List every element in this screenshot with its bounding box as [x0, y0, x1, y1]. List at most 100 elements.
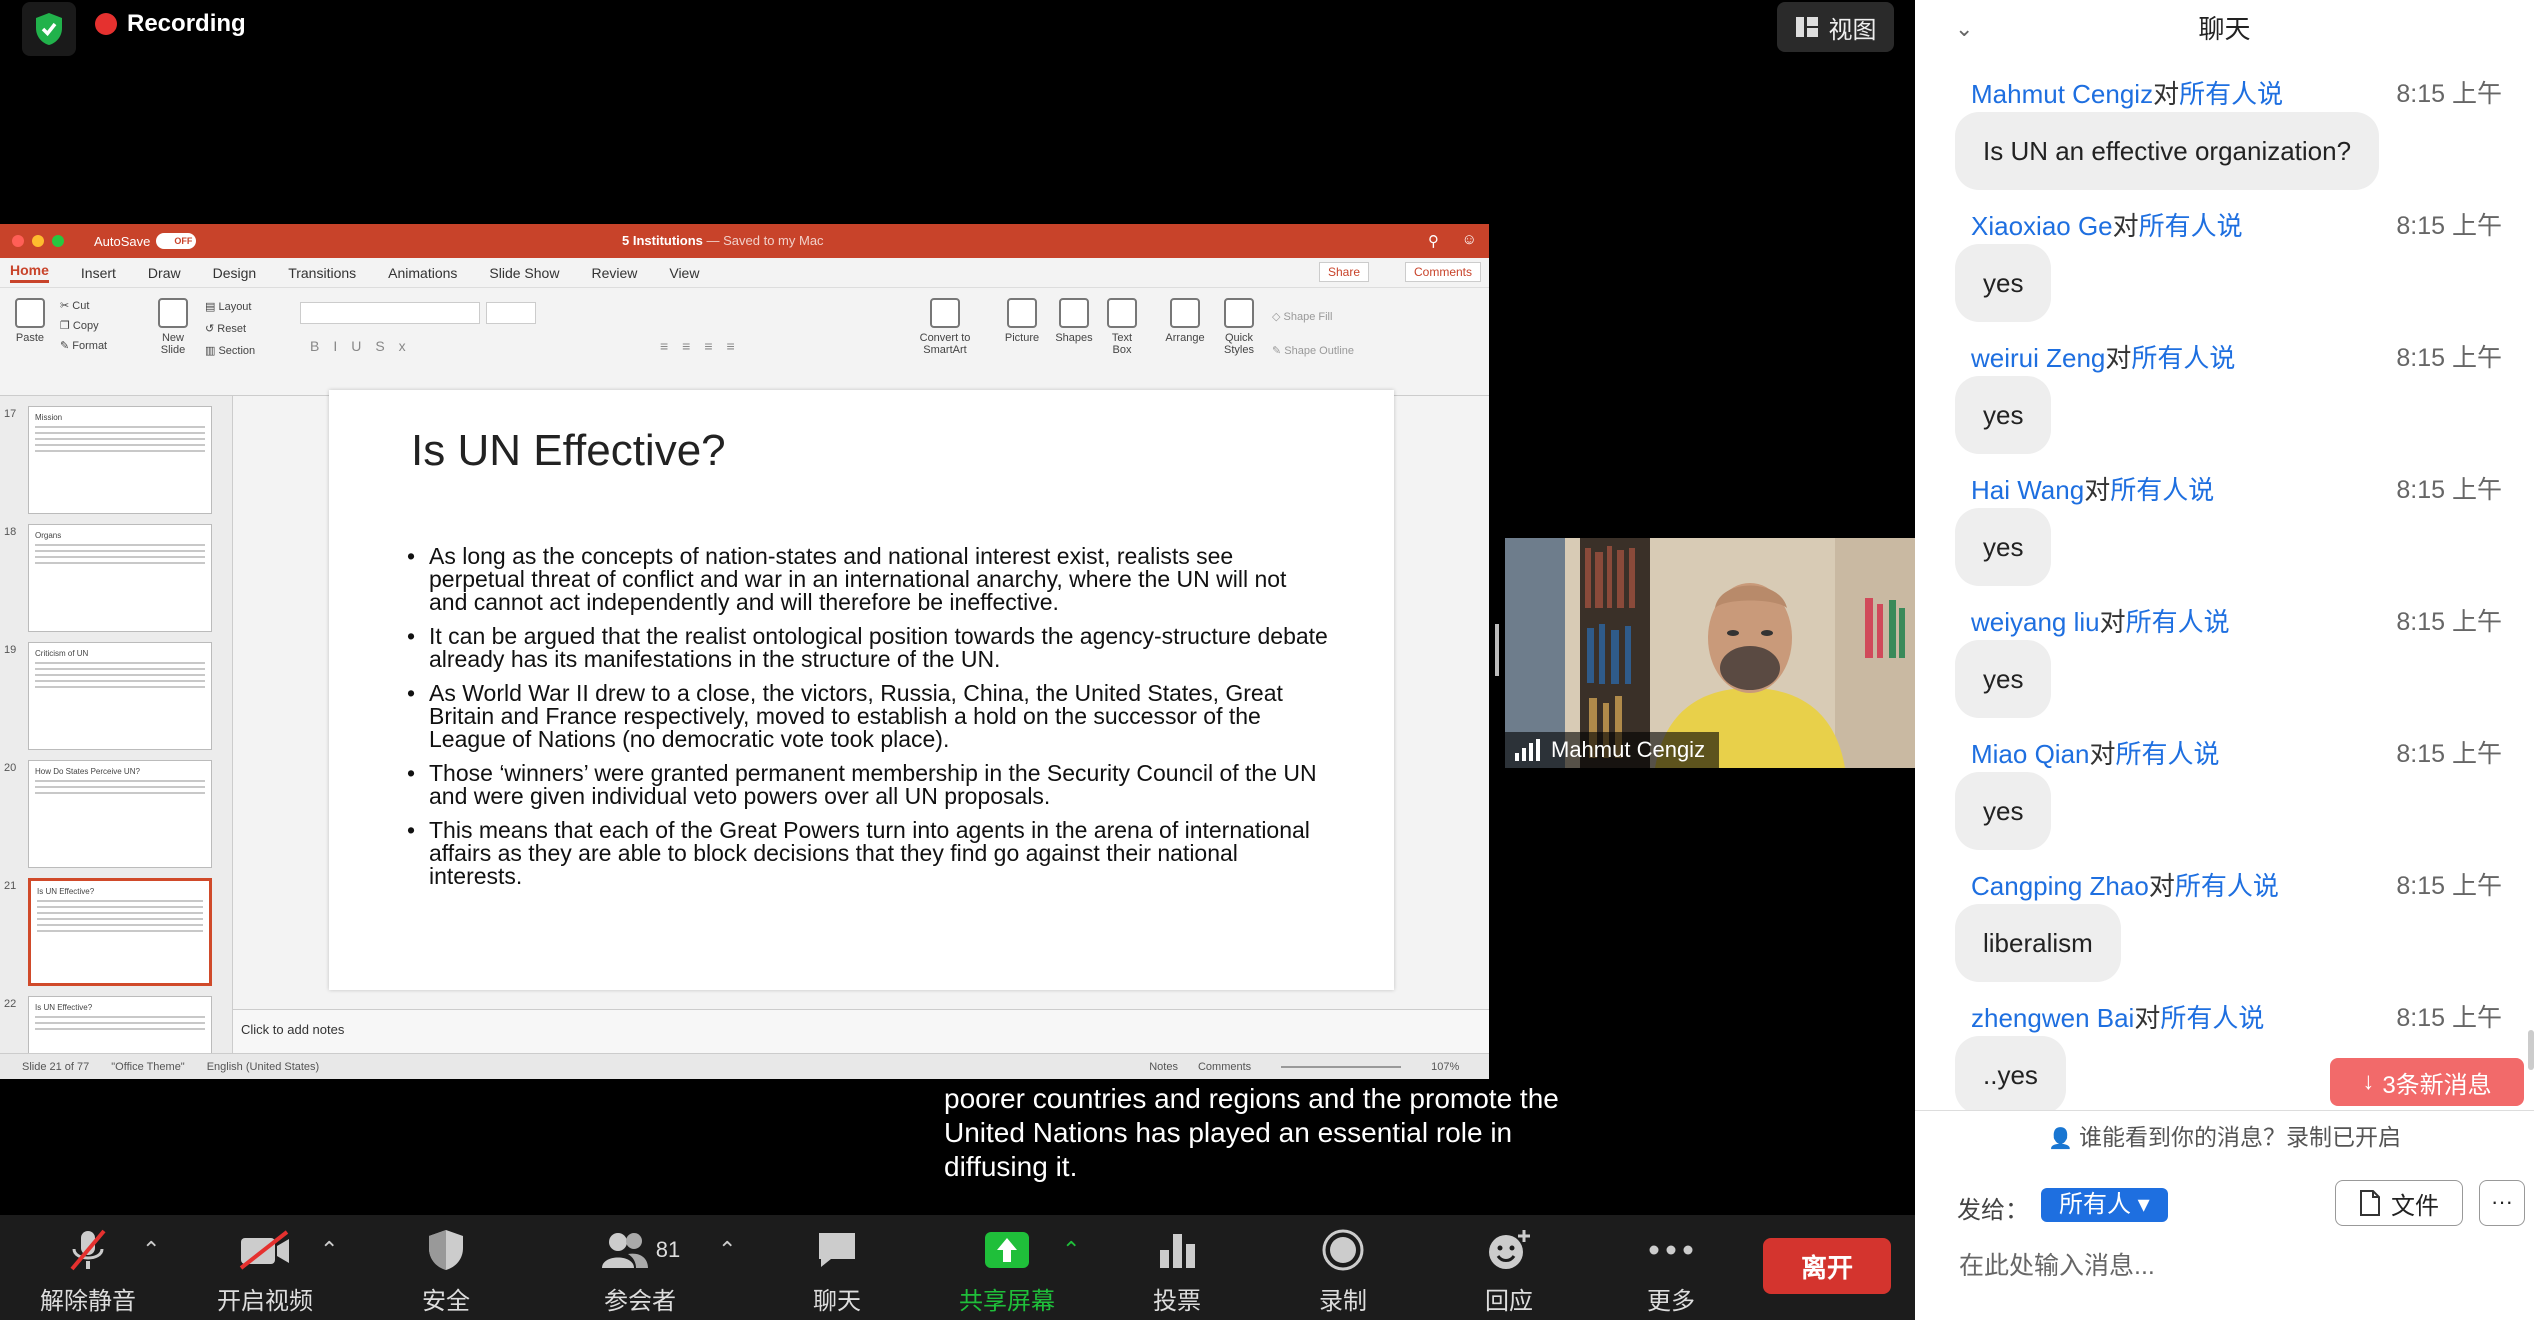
tab-view[interactable]: View: [669, 265, 699, 281]
unmute-button[interactable]: 解除静音: [18, 1225, 158, 1316]
section-button[interactable]: ▥ Section: [205, 340, 255, 362]
paste-button[interactable]: Paste: [10, 298, 50, 344]
sender-name[interactable]: zhengwen Bai: [1971, 1003, 2134, 1033]
slide-thumbnail[interactable]: Organs: [28, 524, 212, 632]
participants-options-chevron-icon[interactable]: ⌃: [718, 1237, 736, 1263]
font-format-buttons[interactable]: BIUSx: [310, 338, 420, 354]
new-messages-button[interactable]: ↓ 3条新消息: [2330, 1058, 2524, 1106]
shapes-button[interactable]: Shapes: [1052, 298, 1096, 344]
tab-insert[interactable]: Insert: [81, 265, 116, 281]
cut-button[interactable]: ✂ Cut: [60, 296, 107, 316]
tab-transitions[interactable]: Transitions: [288, 265, 356, 281]
arrange-button[interactable]: Arrange: [1162, 298, 1208, 344]
share-button[interactable]: Share: [1318, 262, 1369, 282]
sender-name[interactable]: Miao Qian: [1971, 739, 2090, 769]
shapes-icon: [1059, 298, 1089, 328]
slide-thumbnail[interactable]: Mission: [28, 406, 212, 514]
participants-button[interactable]: 81 参会者: [570, 1225, 710, 1316]
speaker-video[interactable]: Mahmut Cengiz: [1505, 538, 1915, 768]
polls-button[interactable]: 投票: [1107, 1225, 1247, 1316]
copy-button[interactable]: ❐ Copy: [60, 316, 107, 336]
format-label: Format: [72, 340, 108, 352]
notes-pane[interactable]: Click to add notes: [233, 1009, 1489, 1053]
zoom-slider[interactable]: [1281, 1065, 1402, 1068]
zoom-level[interactable]: 107%: [1431, 1061, 1459, 1073]
sender-name[interactable]: weiyang liu: [1971, 607, 2100, 637]
slide-thumbnail[interactable]: How Do States Perceive UN?: [28, 760, 212, 868]
convert-smartart-button[interactable]: Convert to SmartArt: [915, 298, 975, 356]
sender-name[interactable]: Hai Wang: [1971, 475, 2084, 505]
slide-thumbnails-pane[interactable]: 17 Mission 18 Organs 19 Criticism of UN …: [0, 396, 233, 1079]
search-icon[interactable]: ⚲: [1428, 232, 1439, 250]
chat-message: Cangping Zhao对所有人说 8:15 上午 liberalism: [1915, 850, 2534, 982]
sender-name[interactable]: Mahmut Cengiz: [1971, 79, 2153, 109]
sender-name[interactable]: weirui Zeng: [1971, 343, 2105, 373]
paragraph-align-buttons[interactable]: ≡≡≡≡: [660, 338, 749, 354]
leave-meeting-button[interactable]: 离开: [1763, 1238, 1891, 1294]
minimize-window-icon[interactable]: [32, 235, 44, 247]
video-options-chevron-icon[interactable]: ⌃: [320, 1237, 338, 1263]
slide-title[interactable]: Is UN Effective?: [411, 426, 726, 476]
close-window-icon[interactable]: [12, 235, 24, 247]
shape-format-group: ◇ Shape Fill ✎ Shape Outline: [1272, 300, 1354, 368]
tab-design[interactable]: Design: [213, 265, 257, 281]
security-button[interactable]: 安全: [376, 1225, 516, 1316]
tab-home[interactable]: Home: [10, 262, 49, 283]
maximize-window-icon[interactable]: [52, 235, 64, 247]
slide-thumbnail-selected[interactable]: Is UN Effective?: [28, 878, 212, 986]
tab-review[interactable]: Review: [591, 265, 637, 281]
start-video-button[interactable]: 开启视频: [195, 1225, 335, 1316]
reset-button[interactable]: ↺ Reset: [205, 318, 255, 340]
send-to-label: 发给：: [1957, 1197, 2029, 1224]
file-button[interactable]: 文件: [2335, 1180, 2463, 1226]
chat-message-input[interactable]: 在此处输入消息...: [1959, 1246, 2155, 1282]
format-painter-button[interactable]: ✎ Format: [60, 336, 107, 356]
picture-button[interactable]: Picture: [1000, 298, 1044, 344]
autosave-toggle[interactable]: OFF: [156, 233, 197, 249]
font-family-select[interactable]: [300, 302, 480, 324]
splitter-handle[interactable]: [1495, 624, 1499, 676]
quick-styles-button[interactable]: Quick Styles: [1215, 298, 1263, 356]
slide-canvas[interactable]: Is UN Effective? As long as the concepts…: [329, 390, 1394, 990]
sender-name[interactable]: Xiaoxiao Ge: [1971, 211, 2113, 241]
arrange-icon: [1170, 298, 1200, 328]
bullet-item: Those ‘winners’ were granted permanent m…: [407, 762, 1329, 808]
sender-name[interactable]: Cangping Zhao: [1971, 871, 2149, 901]
chat-button[interactable]: 聊天: [767, 1225, 907, 1316]
shape-outline-button[interactable]: ✎ Shape Outline: [1272, 334, 1354, 368]
shape-fill-button[interactable]: ◇ Shape Fill: [1272, 300, 1354, 334]
reactions-button[interactable]: 回应: [1439, 1225, 1579, 1316]
chat-scrollbar[interactable]: [2528, 1030, 2534, 1070]
comments-button[interactable]: Comments: [1404, 262, 1481, 282]
new-slide-button[interactable]: New Slide: [150, 298, 196, 356]
font-size-select[interactable]: [486, 302, 536, 324]
share-screen-button[interactable]: 共享屏幕: [937, 1225, 1077, 1316]
textbox-button[interactable]: Text Box: [1104, 298, 1140, 356]
tab-animations[interactable]: Animations: [388, 265, 457, 281]
slide-bullets[interactable]: As long as the concepts of nation-states…: [407, 545, 1329, 899]
tab-slide-show[interactable]: Slide Show: [489, 265, 559, 281]
autosave[interactable]: AutoSave OFF: [94, 233, 197, 249]
record-button[interactable]: 录制: [1273, 1225, 1413, 1316]
encryption-shield-icon[interactable]: [22, 2, 76, 56]
message-time: 8:15 上午: [2396, 740, 2502, 768]
tab-draw[interactable]: Draw: [148, 265, 181, 281]
chevron-down-icon[interactable]: ⌄: [1955, 0, 1973, 58]
message-time: 8:15 上午: [2396, 212, 2502, 240]
recipient-label: 所有人说: [2125, 607, 2230, 637]
message-visibility-notice[interactable]: 👤 谁能看到你的消息？录制已开启: [1915, 1110, 2534, 1160]
recipient-select[interactable]: 所有人 ▾: [2041, 1188, 2168, 1222]
more-button[interactable]: 更多: [1601, 1225, 1741, 1316]
chat-messages[interactable]: Mahmut Cengiz对所有人说 8:15 上午 Is UN an effe…: [1915, 58, 2534, 1110]
audio-options-chevron-icon[interactable]: ⌃: [142, 1237, 160, 1263]
share-options-chevron-icon[interactable]: ⌃: [1062, 1237, 1080, 1263]
view-button[interactable]: 视图: [1777, 2, 1894, 52]
notes-toggle[interactable]: Notes: [1149, 1061, 1178, 1073]
slide-thumbnail[interactable]: Criticism of UN: [28, 642, 212, 750]
chat-more-icon[interactable]: ···: [2479, 1180, 2525, 1226]
recording-indicator[interactable]: Recording: [95, 10, 246, 38]
feedback-smiley-icon[interactable]: ☺: [1462, 231, 1477, 248]
message-header: Xiaoxiao Ge对所有人说: [1971, 206, 2243, 243]
comments-toggle[interactable]: Comments: [1198, 1061, 1251, 1073]
layout-button[interactable]: ▤ Layout: [205, 296, 255, 318]
